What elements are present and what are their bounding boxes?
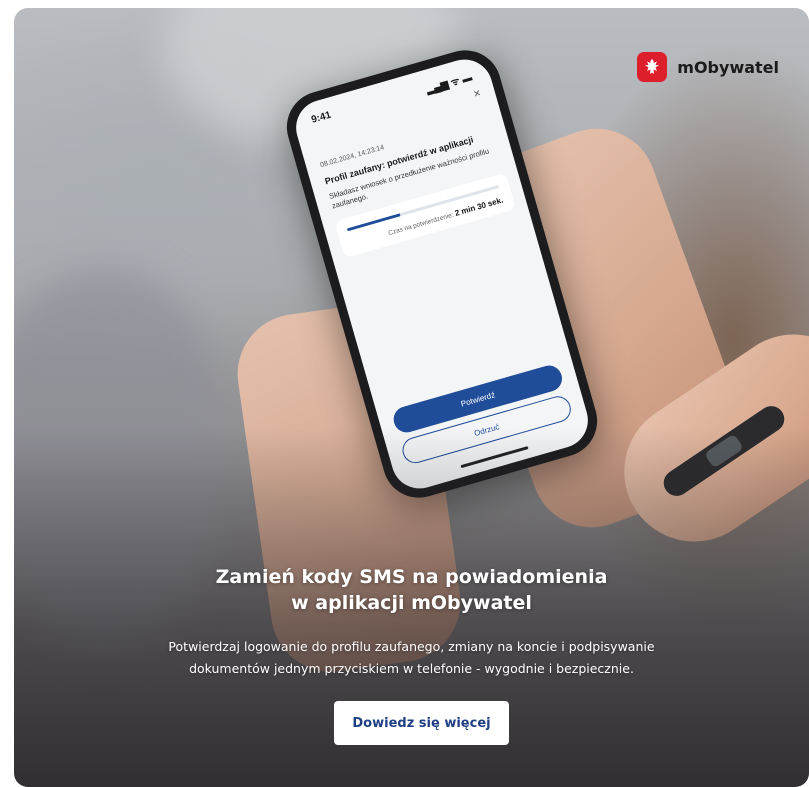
status-time: 9:41 [310,109,333,126]
hero-description: Potwierdzaj logowanie do profilu zaufane… [14,636,809,680]
hero-headline-line-2: w aplikacji mObywatel [291,592,532,614]
status-icons: ▂▄▆ ᯤ ▬ [425,72,474,96]
eagle-icon [645,59,660,74]
brand-name: mObywatel [677,57,779,77]
close-icon: × [471,85,483,102]
mobywatel-logo: mObywatel [637,52,779,82]
promo-banner: 9:41 ▂▄▆ ᯤ ▬ × 08.02.2024, 14:23:14 Prof… [14,8,809,787]
hero-description-line-2: dokumentów jednym przyciskiem w telefoni… [189,661,634,676]
learn-more-button[interactable]: Dowiedz się więcej [334,701,509,745]
eagle-emblem-icon [637,52,668,82]
hero-description-line-1: Potwierdzaj logowanie do profilu zaufane… [168,639,655,654]
hero-headline-line-1: Zamień kody SMS na powiadomienia [215,566,608,588]
timer-value: 2 min 30 sek. [453,195,505,219]
hero-headline: Zamień kody SMS na powiadomienia w aplik… [14,564,809,616]
